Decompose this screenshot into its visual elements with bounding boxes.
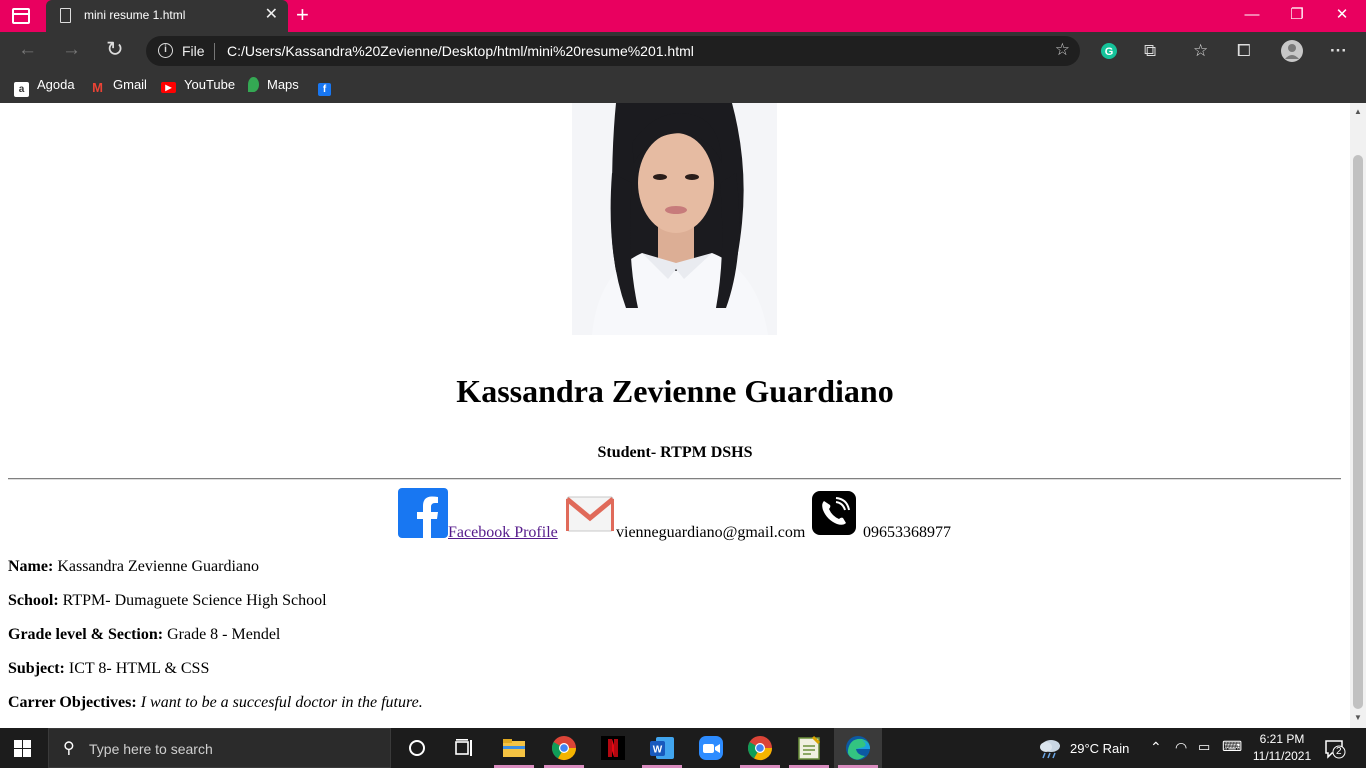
zoom-icon[interactable]: [697, 734, 725, 762]
title-bar: mini resume 1.html ✕ + — ❐ ✕: [0, 0, 1366, 32]
info-label: Subject:: [8, 660, 65, 677]
address-url[interactable]: C:/Users/Kassandra%20Zevienne/Desktop/ht…: [227, 43, 694, 59]
grammarly-icon[interactable]: G: [1100, 42, 1118, 60]
profile-avatar[interactable]: [1281, 40, 1303, 62]
facebook-small-icon: f: [318, 83, 331, 96]
facebook-icon[interactable]: [398, 488, 448, 538]
wifi-icon[interactable]: ◠: [1175, 739, 1187, 756]
battery-icon[interactable]: ▭: [1198, 739, 1210, 755]
window-close-icon[interactable]: ✕: [1322, 4, 1362, 26]
minimize-icon[interactable]: —: [1232, 4, 1272, 26]
tab-title: mini resume 1.html: [84, 8, 186, 22]
forward-icon[interactable]: →: [62, 39, 81, 61]
add-favorite-icon[interactable]: ☆: [1055, 40, 1070, 60]
windows-start-icon[interactable]: [14, 740, 31, 757]
address-bar[interactable]: i File C:/Users/Kassandra%20Zevienne/Des…: [146, 36, 1080, 66]
info-icon[interactable]: i: [158, 43, 173, 58]
agoda-icon: a: [14, 82, 29, 97]
keyboard-icon[interactable]: ⌨: [1222, 738, 1242, 755]
favorites-icon[interactable]: ☆: [1193, 40, 1208, 62]
bookmark-maps[interactable]: Maps: [248, 77, 299, 92]
bookmark-label: Gmail: [113, 77, 147, 92]
refresh-icon[interactable]: ↻: [106, 39, 124, 61]
tab-actions-icon[interactable]: [12, 8, 30, 24]
bookmark-youtube[interactable]: ▶ YouTube: [161, 77, 235, 93]
document-icon: [60, 8, 71, 23]
notification-center-icon[interactable]: [1324, 739, 1346, 759]
info-value: RTPM- Dumaguete Science High School: [58, 592, 327, 609]
bookmark-label: Agoda: [37, 77, 75, 92]
info-value: ICT 8- HTML & CSS: [64, 660, 210, 677]
word-icon[interactable]: W: [648, 734, 676, 762]
svg-text:G: G: [1105, 46, 1114, 58]
scroll-down-icon[interactable]: ▼: [1354, 713, 1362, 722]
chrome-icon-2[interactable]: [746, 734, 774, 762]
info-label: Carrer Objectives:: [8, 694, 137, 711]
info-value: Grade 8 - Mendel: [163, 626, 281, 643]
phone-icon: [812, 491, 856, 535]
bookmark-facebook[interactable]: f: [318, 77, 339, 96]
bookmark-label: Maps: [267, 77, 299, 92]
profile-photo: [572, 103, 777, 335]
edge-icon[interactable]: [844, 734, 872, 762]
info-label: Name:: [8, 558, 54, 575]
file-explorer-icon[interactable]: [500, 734, 528, 762]
info-objectives-row: Carrer Objectives: I want to be a succes…: [8, 694, 423, 712]
info-subject-row: Subject: ICT 8- HTML & CSS: [8, 660, 209, 678]
email-address: vienneguardiano@gmail.com: [616, 524, 806, 541]
gmail-icon: M: [90, 80, 105, 95]
youtube-icon: ▶: [161, 82, 176, 93]
clock-time[interactable]: 6:21 PM: [1252, 732, 1312, 746]
bookmark-label: YouTube: [184, 77, 236, 92]
extensions-icon[interactable]: ⧉: [1144, 40, 1156, 62]
address-scheme: File: [182, 43, 205, 59]
new-tab-icon[interactable]: +: [296, 3, 309, 27]
info-label: Grade level & Section:: [8, 626, 164, 643]
info-label: School:: [8, 592, 59, 609]
info-value: Kassandra Zevienne Guardiano: [53, 558, 260, 575]
restore-icon[interactable]: ❐: [1277, 4, 1317, 26]
taskbar: ⚲ Type here to search W 29°C Rain ⌃ ◠ ▭ …: [0, 728, 1366, 768]
clock-date[interactable]: 11/11/2021: [1250, 749, 1314, 763]
scrollbar-thumb[interactable]: [1353, 155, 1363, 709]
horizontal-divider: [8, 478, 1341, 480]
scroll-up-icon[interactable]: ▲: [1354, 107, 1362, 116]
bookmark-gmail[interactable]: M Gmail: [90, 77, 147, 95]
facebook-profile-link[interactable]: Facebook Profile: [448, 524, 558, 542]
address-toolbar: ← → ↻ i File C:/Users/Kassandra%20Zevien…: [0, 32, 1366, 70]
info-grade-row: Grade level & Section: Grade 8 - Mendel: [8, 626, 280, 644]
info-value: I want to be a succesful doctor in the f…: [136, 694, 423, 711]
show-hidden-icons[interactable]: ⌃: [1150, 739, 1162, 756]
chrome-icon[interactable]: [550, 734, 578, 762]
weather-rain-icon[interactable]: [1038, 737, 1062, 759]
search-placeholder: Type here to search: [89, 741, 213, 757]
info-name-row: Name: Kassandra Zevienne Guardiano: [8, 558, 259, 576]
task-view-icon[interactable]: [450, 734, 478, 762]
cortana-icon[interactable]: [403, 734, 431, 762]
bookmarks-bar: a Agoda M Gmail ▶ YouTube Maps f: [0, 70, 1366, 103]
back-icon[interactable]: ←: [18, 39, 37, 61]
search-icon: ⚲: [63, 740, 75, 757]
role-subtitle: Student- RTPM DSHS: [597, 444, 753, 461]
phone-number: 09653368977: [863, 524, 951, 541]
vertical-scrollbar[interactable]: ▲ ▼: [1350, 103, 1366, 728]
page-content: Kassandra Zevienne Guardiano Student- RT…: [0, 103, 1350, 728]
bookmark-agoda[interactable]: a Agoda: [14, 77, 75, 97]
settings-more-icon[interactable]: ···: [1330, 40, 1347, 62]
address-separator: [214, 43, 215, 60]
page-title: Kassandra Zevienne Guardiano: [456, 373, 894, 409]
notepad-icon[interactable]: [795, 734, 823, 762]
collections-icon[interactable]: ⧠: [1237, 40, 1251, 62]
info-school-row: School: RTPM- Dumaguete Science High Sch…: [8, 592, 327, 610]
tab-close-icon[interactable]: ✕: [265, 6, 278, 24]
browser-tab[interactable]: mini resume 1.html ✕: [46, 0, 288, 32]
svg-text:W: W: [653, 745, 663, 756]
maps-icon: [248, 77, 259, 92]
netflix-icon[interactable]: [599, 734, 627, 762]
weather-text[interactable]: 29°C Rain: [1070, 741, 1129, 756]
email-icon: [566, 496, 614, 532]
notification-count: 2: [1336, 746, 1342, 757]
taskbar-search[interactable]: ⚲ Type here to search: [48, 728, 391, 768]
